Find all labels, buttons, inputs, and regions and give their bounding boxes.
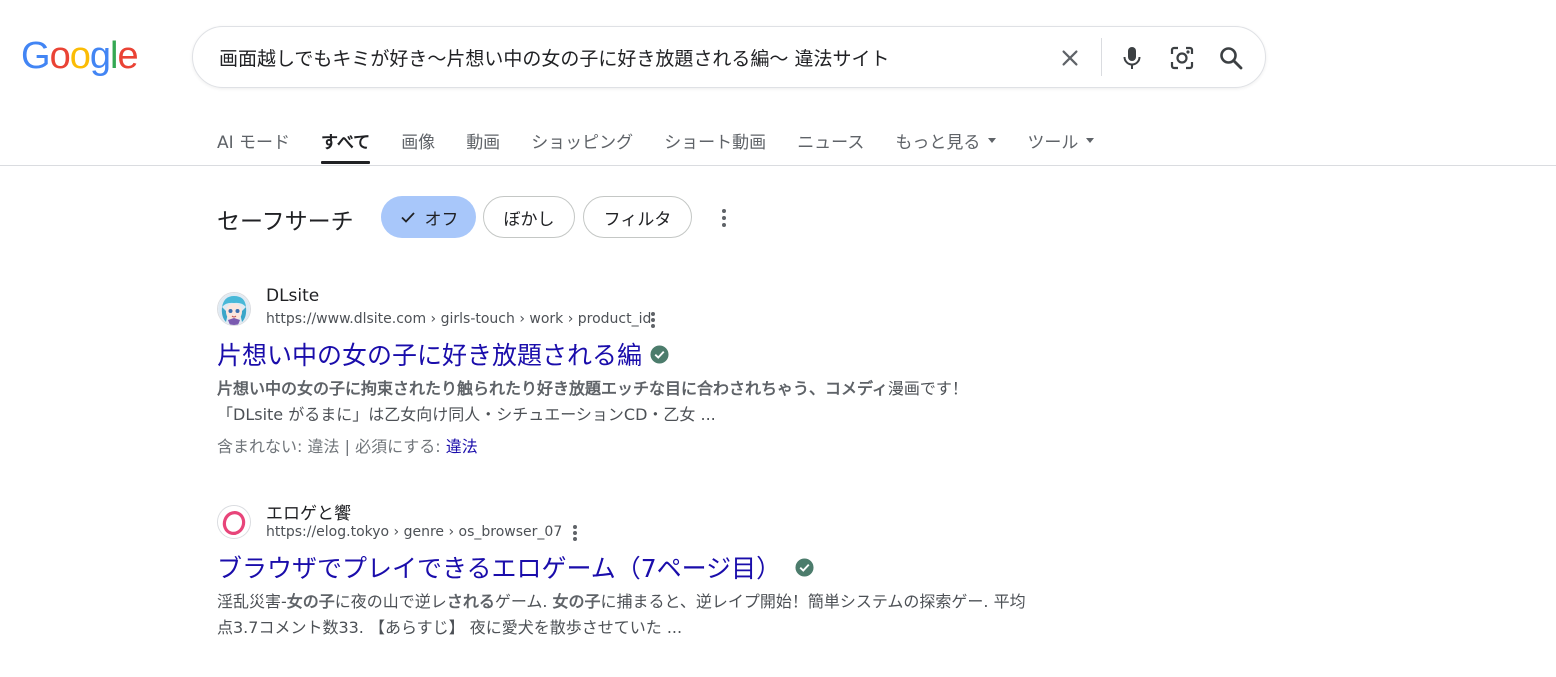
safesearch-blur-chip[interactable]: ぼかし [483, 196, 575, 238]
result-title[interactable]: 片想い中の女の子に好き放題される編 [217, 336, 642, 372]
tab-6[interactable]: ニュース [797, 128, 864, 153]
tab-label: もっと見る [895, 133, 981, 153]
result-url[interactable]: https://www.dlsite.com › girls-touch › w… [266, 311, 651, 327]
snippet-text: 淫乱災害- [217, 592, 287, 611]
lens-camera-icon[interactable] [1166, 42, 1198, 74]
result-snippet: 淫乱災害-女の子に夜の山で逆レされるゲーム. 女の子に捕まると、逆レイプ開始！簡… [217, 589, 1027, 641]
elog-favicon-icon[interactable] [217, 505, 251, 539]
dropdown-caret-icon [1086, 138, 1095, 143]
tab-7[interactable]: もっと見る [895, 128, 997, 153]
logo-letter: G [21, 35, 51, 77]
search-box[interactable]: 画面越しでもキミが好き〜片想い中の女の子に好き放題される編〜 違法サイト [192, 26, 1266, 88]
tab-0[interactable]: AI モード [217, 128, 290, 153]
chip-label: ぼかし [503, 209, 555, 230]
missing-terms: 含まれない: 違法 | 必須にする: 違法 [217, 433, 478, 457]
tab-5[interactable]: ショート動画 [664, 128, 766, 153]
dlsite-favicon-icon[interactable] [217, 292, 251, 326]
tab-label: ショート動画 [664, 133, 767, 153]
result-title-link[interactable]: ブラウザでプレイできるエロゲーム（7ページ目） [217, 549, 814, 585]
search-result: エロゲと饗 https://elog.tokyo › genre › os_br… [217, 499, 1037, 649]
snippet-bold: 女の子 [286, 592, 335, 611]
snippet-bold: 女の子 [552, 592, 601, 611]
must-include-link[interactable]: 違法 [446, 437, 478, 456]
result-more-icon[interactable] [570, 524, 580, 542]
safesearch-off-chip[interactable]: オフ [381, 196, 476, 238]
result-site-name[interactable]: DLsite [266, 286, 319, 306]
result-title-link[interactable]: 片想い中の女の子に好き放題される編 [217, 336, 669, 372]
missing-separator: | [344, 437, 350, 456]
search-tabs: AI モード すべて 画像 動画 ショッピング ショート動画 ニュース もっと見る ツール [217, 128, 1125, 164]
tab-1[interactable]: すべて [321, 128, 371, 164]
check-icon [400, 212, 415, 223]
result-url[interactable]: https://elog.tokyo › genre › os_browser_… [266, 524, 562, 540]
tab-4[interactable]: ショッピング [531, 128, 633, 153]
logo-letter: o [69, 35, 91, 77]
tab-label: ショッピング [531, 133, 634, 153]
chip-label: フィルタ [603, 209, 672, 230]
search-divider [1101, 38, 1102, 76]
result-more-icon[interactable] [648, 311, 658, 329]
tab-8[interactable]: ツール [1027, 128, 1095, 153]
snippet-bold: 片想い中の女の子に拘束されたり触られたり好き放題エッチな目に合わされちゃう、コメ… [217, 379, 888, 398]
missing-term: 違法 [307, 437, 340, 456]
tabs-divider [0, 165, 1556, 166]
tab-label: AI モード [217, 133, 291, 153]
verified-badge-icon [795, 557, 814, 577]
logo-letter: g [89, 35, 111, 77]
tab-2[interactable]: 画像 [401, 128, 435, 153]
must-include-label: 必須にする: [355, 437, 441, 456]
tab-label: ツール [1027, 133, 1079, 153]
safesearch-label: セーフサーチ [217, 209, 354, 235]
more-options-icon[interactable] [716, 207, 732, 229]
logo-letter: e [117, 35, 138, 77]
snippet-bold: される [446, 592, 495, 611]
result-site-name[interactable]: エロゲと饗 [266, 499, 351, 524]
tab-label: 動画 [466, 133, 501, 153]
search-icon[interactable] [1215, 42, 1247, 74]
snippet-text: に夜の山で逆レ [334, 592, 447, 611]
search-result: DLsite https://www.dlsite.com › girls-to… [217, 286, 1037, 466]
tab-label: 画像 [401, 133, 436, 153]
result-snippet: 片想い中の女の子に拘束されたり触られたり好き放題エッチな目に合わされちゃう、コメ… [217, 376, 1027, 428]
google-logo[interactable]: Google [21, 35, 139, 77]
snippet-text: ゲーム. [494, 592, 553, 611]
safesearch-filter-chip[interactable]: フィルタ [583, 196, 692, 238]
tab-3[interactable]: 動画 [466, 128, 500, 153]
microphone-icon[interactable] [1116, 42, 1148, 74]
dropdown-caret-icon [988, 138, 997, 143]
result-title[interactable]: ブラウザでプレイできるエロゲーム（7ページ目） [217, 549, 781, 585]
clear-icon[interactable] [1054, 42, 1086, 74]
logo-letter: o [49, 35, 71, 77]
verified-badge-icon [650, 344, 669, 364]
missing-label: 含まれない: [217, 437, 303, 456]
tab-label: ニュース [797, 133, 865, 153]
chip-label: オフ [424, 209, 459, 230]
tab-label: すべて [321, 133, 371, 153]
search-input[interactable]: 画面越しでもキミが好き〜片想い中の女の子に好き放題される編〜 違法サイト [219, 44, 889, 71]
